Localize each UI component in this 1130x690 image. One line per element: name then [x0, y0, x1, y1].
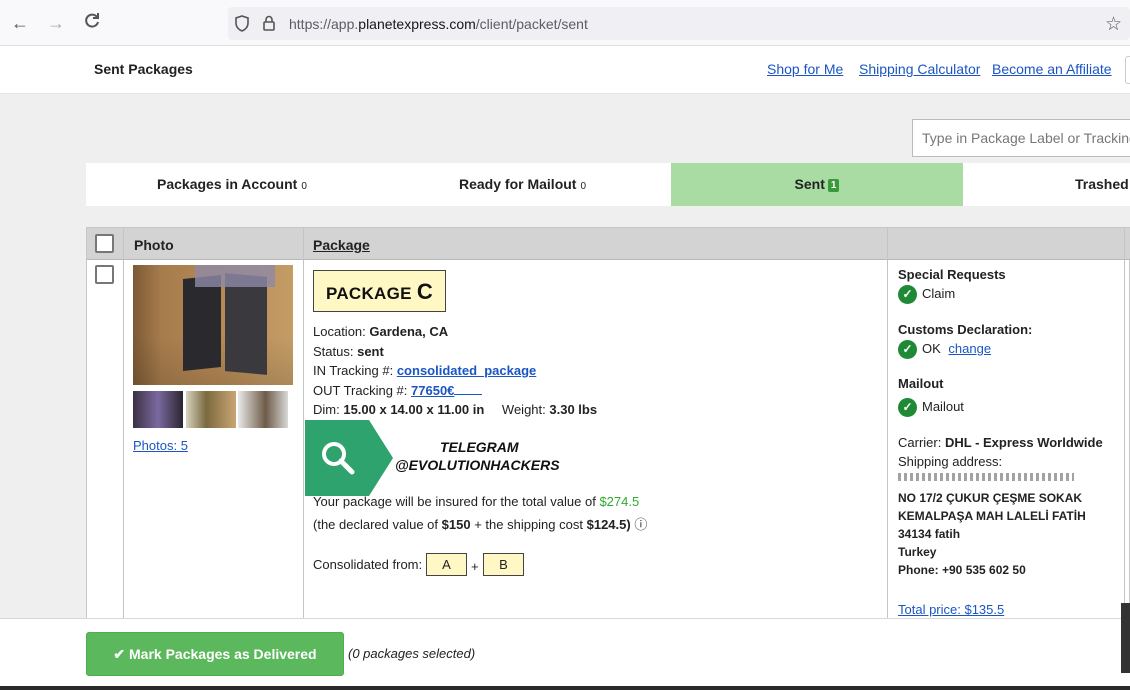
package-status: Status: sent: [313, 344, 384, 359]
address-line: Turkey: [898, 545, 937, 559]
check-icon: ✓: [898, 285, 917, 304]
select-all-checkbox[interactable]: [95, 234, 114, 253]
total-price-link[interactable]: Total price: $135.5: [898, 602, 1004, 617]
site-header: Sent Packages Shop for Me Shipping Calcu…: [0, 46, 1130, 94]
claim-status: ✓ Claim: [898, 285, 955, 304]
tab-label: Ready for Mailout: [459, 176, 577, 192]
page-title: Sent Packages: [94, 61, 193, 77]
address-line: 34134 fatih: [898, 527, 961, 541]
insurance-text: Your package will be insured for the tot…: [313, 494, 640, 509]
package-photo[interactable]: [133, 265, 293, 385]
mailout-heading: Mailout: [898, 376, 944, 391]
mark-delivered-button[interactable]: ✔ Mark Packages as Delivered: [86, 632, 344, 676]
watermark-line-1: TELEGRAM: [440, 439, 519, 455]
declared-value-text: (the declared value of $150 + the shippi…: [313, 517, 648, 532]
package-dimensions: Dim: 15.00 x 14.00 x 11.00 in Weight: 3.…: [313, 402, 598, 417]
in-tracking-link[interactable]: consolidated_package: [397, 363, 536, 378]
column-divider: [123, 228, 124, 628]
selected-count-note: (0 packages selected): [348, 646, 476, 661]
scrollbar-thumb[interactable]: [1121, 603, 1130, 673]
tab-packages-in-account[interactable]: Packages in Account 0: [157, 163, 307, 206]
consolidated-package-a[interactable]: A: [426, 553, 467, 576]
package-out-tracking: OUT Tracking #: 77650€: [313, 383, 483, 398]
tab-label: Packages in Account: [157, 176, 298, 192]
check-icon: ✓: [898, 398, 917, 417]
mailout-status: ✓ Mailout: [898, 398, 964, 417]
photo-thumbnail[interactable]: [186, 391, 236, 428]
photo-thumbnail[interactable]: [238, 391, 288, 428]
special-requests-heading: Special Requests: [898, 267, 1006, 282]
consolidated-package-b[interactable]: B: [483, 553, 524, 576]
tab-label: Sent: [794, 176, 825, 192]
package-location: Location: Gardena, CA: [313, 324, 449, 339]
shield-icon[interactable]: [234, 15, 250, 35]
url-bar[interactable]: https://app.planetexpress.com/client/pac…: [228, 7, 1130, 40]
url-text[interactable]: https://app.planetexpress.com/client/pac…: [289, 16, 588, 32]
mark-delivered-label: Mark Packages as Delivered: [129, 646, 317, 662]
customs-change-link[interactable]: change: [948, 341, 991, 356]
packages-table: Photo Package Photos: 5 PACKAGE C Locati…: [86, 227, 1130, 628]
header-edge-button[interactable]: [1125, 56, 1130, 84]
package-label-prefix: PACKAGE: [325, 284, 412, 303]
watermark-badge: [305, 420, 369, 496]
reload-icon[interactable]: [81, 12, 103, 34]
info-icon[interactable]: ⓘ: [634, 517, 647, 532]
address-line: NO 17/2 ÇUKUR ÇEŞME SOKAK: [898, 491, 1083, 505]
tab-count: 0: [580, 181, 587, 192]
tab-count-badge: 1: [827, 179, 840, 192]
phone-number: Phone: +90 535 602 50: [898, 563, 1026, 577]
lock-icon[interactable]: [262, 15, 276, 35]
watermark-arrow: [369, 420, 393, 496]
column-divider: [303, 228, 304, 628]
package-in-tracking: IN Tracking #: consolidated_package: [313, 363, 537, 378]
carrier-info: Carrier: DHL - Express Worldwide: [898, 435, 1103, 450]
watermark-line-2: @EVOLUTIONHACKERS: [395, 457, 560, 473]
back-arrow-icon[interactable]: ←: [9, 12, 31, 34]
customs-heading: Customs Declaration:: [898, 322, 1033, 337]
tab-count: 0: [301, 181, 307, 192]
shipping-address-label: Shipping address:: [898, 454, 1003, 469]
package-search-input[interactable]: [912, 119, 1130, 157]
column-divider: [1124, 228, 1125, 628]
table-header-row: Photo Package: [87, 228, 1130, 260]
star-icon[interactable]: ☆: [1105, 13, 1122, 36]
watermark-overlay: TELEGRAM @EVOLUTIONHACKERS: [305, 420, 578, 496]
customs-status: ✓ OK change: [898, 340, 991, 359]
tab-label: Trashed: [1075, 176, 1129, 192]
package-label-letter: C: [416, 279, 434, 304]
browser-toolbar: ← → https://app.planetexpress.com/client…: [0, 0, 1130, 46]
window-bottom-edge: [0, 686, 1130, 690]
out-tracking-link[interactable]: 77650€: [411, 383, 454, 398]
photo-thumbnail[interactable]: [133, 391, 183, 428]
check-icon: ✔: [113, 646, 126, 662]
column-divider: [887, 228, 888, 628]
redacted-name: [898, 473, 1074, 481]
tab-ready-for-mailout[interactable]: Ready for Mailout 0: [459, 163, 586, 206]
shipping-calculator-link[interactable]: Shipping Calculator: [859, 61, 980, 77]
magnifier-icon: [322, 442, 355, 475]
shop-for-me-link[interactable]: Shop for Me: [767, 61, 843, 77]
photos-link[interactable]: Photos: 5: [133, 438, 188, 453]
tab-sent[interactable]: Sent 1: [671, 163, 963, 206]
consolidated-label: Consolidated from:: [313, 557, 423, 572]
row-checkbox[interactable]: [95, 265, 114, 284]
package-tabs: Packages in Account 0 Ready for Mailout 0 …: [86, 163, 1130, 206]
forward-arrow-icon[interactable]: →: [45, 12, 67, 34]
package-column-header[interactable]: Package: [313, 237, 370, 253]
address-line: KEMALPAŞA MAH LALELİ FATİH: [898, 509, 1086, 523]
photo-column-header: Photo: [134, 237, 174, 253]
tab-trashed[interactable]: Trashed: [1075, 163, 1129, 206]
action-footer: ✔ Mark Packages as Delivered (0 packages…: [0, 603, 1130, 690]
plus-sign: +: [471, 559, 479, 574]
check-icon: ✓: [898, 340, 917, 359]
become-affiliate-link[interactable]: Become an Affiliate: [992, 61, 1112, 77]
package-label: PACKAGE C: [313, 270, 446, 312]
